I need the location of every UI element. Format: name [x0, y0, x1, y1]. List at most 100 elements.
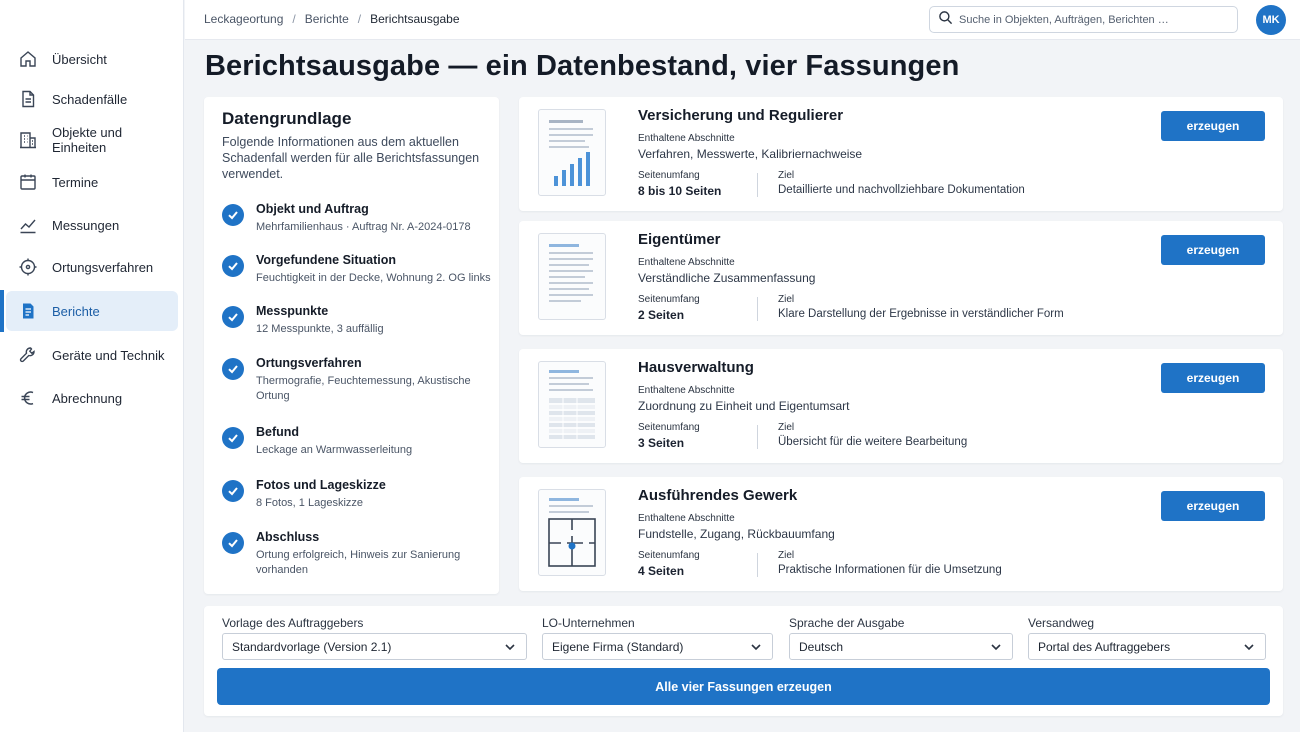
floor-plan-thumbnail-icon [538, 489, 606, 576]
sidebar-item-schadenfaelle[interactable]: Schadenfälle [6, 79, 178, 119]
sidebar-item-label: Objekte und Einheiten [52, 125, 123, 155]
generate-button-gewerk[interactable]: erzeugen [1161, 491, 1265, 521]
data-item-detail: 8 Fotos, 1 Lageskizze [256, 497, 364, 509]
generate-all-button[interactable]: Alle vier Fassungen erzeugen [217, 668, 1270, 705]
language-label: Sprache der Ausgabe [789, 616, 905, 630]
sidebar-item-ortungsverfahren[interactable]: Ortungsverfahren [6, 247, 178, 287]
chevron-down-icon [751, 644, 761, 651]
data-basis-title: Datengrundlage [222, 109, 352, 128]
version-title: Hausverwaltung [638, 359, 754, 376]
euro-icon [18, 388, 38, 408]
generate-button-hausverwaltung[interactable]: erzeugen [1161, 363, 1265, 393]
version-card-gewerk: Ausführendes Gewerk Enthaltene Abschnitt… [519, 477, 1283, 591]
sidebar-item-label: Termine [52, 174, 99, 190]
sections-label: Enthaltene Abschnitte [638, 513, 735, 524]
sections-value: Fundstelle, Zugang, Rückbauumfang [638, 527, 835, 541]
language-select[interactable]: Deutsch [789, 633, 1013, 660]
pages-value: 3 Seiten [638, 436, 685, 450]
check-icon [222, 204, 244, 226]
breadcrumb-item-current: Berichtsausgabe [370, 12, 460, 26]
crosshair-icon [18, 257, 38, 277]
trend-chart-icon [18, 215, 38, 235]
divider [757, 297, 758, 321]
divider [757, 553, 758, 577]
data-item-title: Abschluss [256, 530, 320, 544]
avatar[interactable]: MK [1256, 5, 1286, 35]
goal-label: Ziel [778, 170, 795, 181]
sidebar-item-berichte[interactable]: Berichte [6, 291, 178, 331]
sections-value: Verständliche Zusammenfassung [638, 271, 816, 285]
sidebar-item-termine[interactable]: Termine [6, 162, 178, 202]
sidebar-item-label: Übersicht [52, 51, 107, 67]
data-item-detail: Mehrfamilienhaus · Auftrag Nr. A-2024-01… [256, 221, 471, 233]
breadcrumb-item-berichte[interactable]: Berichte [305, 12, 349, 26]
company-label: LO-Unternehmen [542, 616, 635, 630]
pages-label: Seitenumfang [638, 422, 700, 433]
delivery-select-value: Portal des Auftraggebers [1038, 639, 1171, 654]
delivery-label: Versandweg [1028, 616, 1095, 630]
data-item-title: Fotos und Lageskizze [256, 478, 386, 492]
template-label: Vorlage des Auftraggebers [222, 616, 364, 630]
building-icon [18, 130, 38, 150]
data-item-detail: Ortung erfolgreich, Hinweis zur Sanierun… [256, 549, 461, 576]
check-icon [222, 480, 244, 502]
topbar: Leckageortung / Berichte / Berichtsausga… [185, 0, 1300, 40]
goal-value: Übersicht für die weitere Bearbeitung [778, 436, 968, 448]
sidebar-item-label: Messungen [52, 217, 120, 233]
table-thumbnail-icon [538, 361, 606, 448]
data-item-title: Ortungsverfahren [256, 356, 362, 370]
active-indicator [0, 290, 4, 332]
generate-button-versicherung[interactable]: erzeugen [1161, 111, 1265, 141]
text-page-thumbnail-icon [538, 233, 606, 320]
sidebar-item-label: Abrechnung [52, 390, 123, 406]
data-item-detail: Feuchtigkeit in der Decke, Wohnung 2. OG… [256, 272, 491, 284]
data-item-title: Befund [256, 425, 300, 439]
goal-label: Ziel [778, 550, 795, 561]
pages-value: 2 Seiten [638, 308, 685, 322]
goal-label: Ziel [778, 422, 795, 433]
sidebar-item-label: Geräte und Technik [52, 347, 165, 363]
pages-value: 8 bis 10 Seiten [638, 184, 722, 198]
goal-value: Klare Darstellung der Ergebnisse in vers… [778, 308, 1064, 320]
sections-value: Verfahren, Messwerte, Kalibriernachweise [638, 147, 863, 161]
chevron-down-icon [991, 644, 1001, 651]
template-select[interactable]: Standardvorlage (Version 2.1) [222, 633, 527, 660]
search-box[interactable] [929, 6, 1238, 33]
sidebar-item-objekte[interactable]: Objekte und Einheiten [6, 120, 178, 160]
chevron-down-icon [1244, 644, 1254, 651]
check-icon [222, 427, 244, 449]
version-card-hausverwaltung: Hausverwaltung Enthaltene Abschnitte Zuo… [519, 349, 1283, 463]
check-icon [222, 306, 244, 328]
company-select[interactable]: Eigene Firma (Standard) [542, 633, 773, 660]
sidebar-item-label: Berichte [52, 303, 100, 319]
sidebar-item-label: Ortungsverfahren [52, 259, 154, 275]
breadcrumb: Leckageortung / Berichte / Berichtsausga… [204, 12, 460, 26]
report-icon [18, 301, 38, 321]
sections-label: Enthaltene Abschnitte [638, 385, 735, 396]
chevron-down-icon [505, 644, 515, 651]
version-card-versicherung: Versicherung und Regulierer Enthaltene A… [519, 97, 1283, 211]
data-item-title: Vorgefundene Situation [256, 253, 397, 267]
breadcrumb-item-leckageortung[interactable]: Leckageortung [204, 12, 283, 26]
sidebar-item-abrechnung[interactable]: Abrechnung [6, 378, 178, 418]
version-card-eigentuemer: Eigentümer Enthaltene Abschnitte Verstän… [519, 221, 1283, 335]
search-icon [938, 10, 953, 30]
data-item-detail: 12 Messpunkte, 3 auffällig [256, 323, 384, 335]
sections-label: Enthaltene Abschnitte [638, 133, 735, 144]
search-input[interactable] [959, 13, 1229, 26]
sidebar-item-uebersicht[interactable]: Übersicht [6, 39, 178, 79]
pages-label: Seitenumfang [638, 170, 700, 181]
sections-label: Enthaltene Abschnitte [638, 257, 735, 268]
sidebar-item-geraete[interactable]: Geräte und Technik [6, 335, 178, 375]
version-title: Ausführendes Gewerk [638, 487, 798, 504]
generate-button-eigentuemer[interactable]: erzeugen [1161, 235, 1265, 265]
delivery-select[interactable]: Portal des Auftraggebers [1028, 633, 1266, 660]
data-item-detail: Thermografie, Feuchtemessung, Akustische… [256, 375, 471, 402]
language-select-value: Deutsch [799, 639, 844, 654]
goal-label: Ziel [778, 294, 795, 305]
calendar-icon [18, 172, 38, 192]
goal-value: Praktische Informationen für die Umsetzu… [778, 564, 1002, 576]
sidebar-item-messungen[interactable]: Messungen [6, 205, 178, 245]
data-basis-card: Datengrundlage Folgende Informationen au… [204, 97, 499, 594]
data-item-title: Objekt und Auftrag [256, 202, 369, 216]
